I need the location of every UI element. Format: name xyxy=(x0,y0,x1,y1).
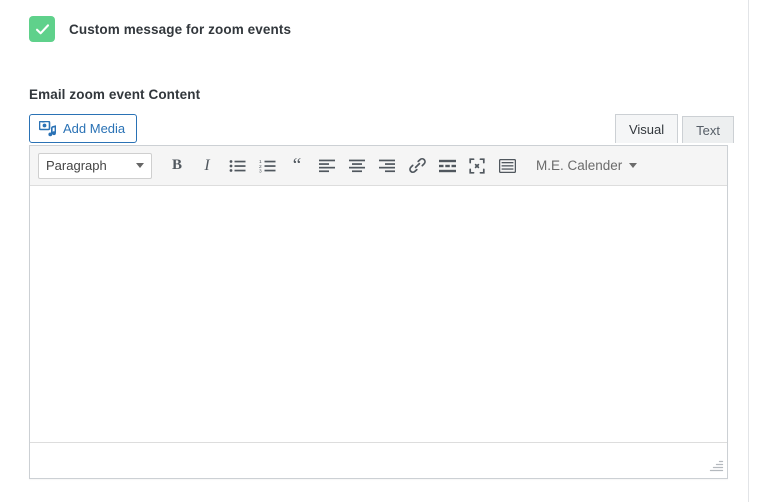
tab-text-label: Text xyxy=(696,122,720,138)
numbered-list-icon: 1 2 3 xyxy=(259,159,275,173)
editor-content-area[interactable] xyxy=(30,186,727,442)
align-left-icon xyxy=(319,159,335,172)
tab-text[interactable]: Text xyxy=(682,116,734,143)
add-media-button[interactable]: Add Media xyxy=(29,114,138,143)
plugin-dropdown-label: M.E. Calender xyxy=(536,158,623,173)
toolbar-toggle-icon xyxy=(498,158,516,173)
align-center-icon xyxy=(349,159,365,172)
toolbar-toggle-button[interactable] xyxy=(492,151,522,181)
tab-visual[interactable]: Visual xyxy=(614,114,679,143)
fullscreen-icon xyxy=(469,157,485,174)
add-media-label: Add Media xyxy=(63,121,126,136)
numbered-list-button[interactable]: 1 2 3 xyxy=(252,151,282,181)
tab-visual-label: Visual xyxy=(628,121,665,137)
read-more-icon xyxy=(438,159,456,172)
custom-message-checkbox-label: Custom message for zoom events xyxy=(69,21,292,37)
resize-grip-icon[interactable] xyxy=(708,458,724,474)
svg-text:3: 3 xyxy=(259,168,262,173)
bulleted-list-icon xyxy=(229,159,245,172)
check-icon xyxy=(35,23,49,34)
insert-link-button[interactable] xyxy=(402,151,432,181)
blockquote-button[interactable]: “ xyxy=(282,151,312,181)
chevron-down-icon xyxy=(136,163,144,168)
align-right-icon xyxy=(379,159,395,172)
italic-icon: I xyxy=(204,156,210,174)
media-icon xyxy=(39,120,56,136)
link-icon xyxy=(408,157,426,174)
bold-button[interactable]: B xyxy=(162,151,192,181)
content-field-heading: Email zoom event Content xyxy=(29,87,201,102)
editor-top-bar: Add Media Visual Text xyxy=(29,114,748,146)
fullscreen-button[interactable] xyxy=(462,151,492,181)
editor-mode-tabs: Visual Text xyxy=(614,114,734,143)
read-more-button[interactable] xyxy=(432,151,462,181)
chevron-down-icon xyxy=(629,163,638,168)
bulleted-list-button[interactable] xyxy=(222,151,252,181)
format-select-value: Paragraph xyxy=(46,158,107,173)
editor-toolbar: Paragraph B I 1 2 3 “ M.E. Calender xyxy=(30,146,727,186)
format-select[interactable]: Paragraph xyxy=(38,152,152,179)
bold-icon: B xyxy=(171,157,182,173)
align-right-button[interactable] xyxy=(372,151,402,181)
editor-statusbar xyxy=(30,442,727,477)
page-column-divider xyxy=(748,0,749,502)
align-center-button[interactable] xyxy=(342,151,372,181)
italic-button[interactable]: I xyxy=(192,151,222,181)
custom-message-checkbox-row[interactable]: Custom message for zoom events xyxy=(29,16,291,42)
align-left-button[interactable] xyxy=(312,151,342,181)
plugin-dropdown-me-calender[interactable]: M.E. Calender xyxy=(536,158,638,173)
custom-message-checkbox[interactable] xyxy=(29,16,55,42)
blockquote-icon: “ xyxy=(292,154,302,176)
content-editor: Paragraph B I 1 2 3 “ M.E. Calender xyxy=(29,145,728,479)
